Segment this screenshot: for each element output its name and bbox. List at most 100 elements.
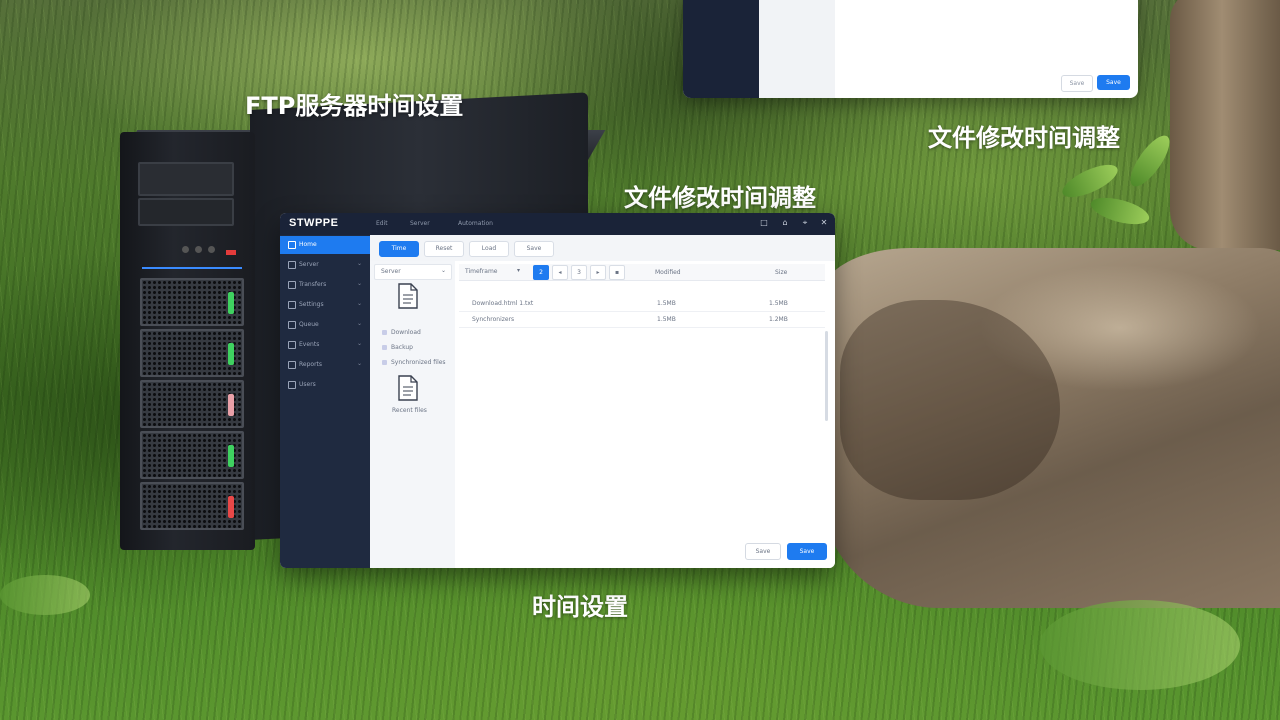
tree-item-backup[interactable]: Backup <box>382 344 413 351</box>
menu-item-edit[interactable]: Edit <box>376 220 388 227</box>
sidebar-item-transfers[interactable]: Transfers ⌄ <box>280 276 370 294</box>
page-button[interactable]: 3 <box>571 265 587 280</box>
server-icon <box>288 261 296 269</box>
chevron-down-icon: ⌄ <box>440 267 446 274</box>
sidebar-item-events[interactable]: Events ⌄ <box>280 336 370 354</box>
save-button[interactable]: Save <box>787 543 827 560</box>
chevron-down-icon: ⌄ <box>356 260 362 267</box>
chevron-down-icon: ⌄ <box>356 360 362 367</box>
folder-icon <box>382 360 387 365</box>
page-button[interactable]: 2 <box>533 265 549 280</box>
caption-server-title: FTP服务器时间设置 <box>245 92 464 120</box>
background-save-button[interactable]: Save <box>1097 75 1130 90</box>
filter-bar: Timeframe ▾ 2 ◂ 3 ▸ ▪ Modified Size <box>459 264 825 281</box>
chevron-down-icon: ⌄ <box>356 320 362 327</box>
tree-header-label: Server <box>381 268 401 275</box>
home-icon[interactable]: ⌂ <box>779 218 791 227</box>
menu-item-automation[interactable]: Automation <box>458 220 493 227</box>
drive-led <box>228 496 234 518</box>
background-window-sidebar <box>683 0 759 98</box>
table-row[interactable]: Download.html 1.txt 1.5MB 1.5MB <box>459 296 825 312</box>
file-size: 1.2MB <box>769 316 788 323</box>
sidebar-item-label: Events <box>299 341 320 348</box>
sidebar-item-server[interactable]: Server ⌄ <box>280 256 370 274</box>
document-icon[interactable] <box>398 283 418 309</box>
server-front-panel <box>120 132 255 550</box>
folder-icon <box>382 330 387 335</box>
document-icon[interactable] <box>398 375 418 401</box>
drive-bay <box>140 329 244 377</box>
last-page-icon[interactable]: ▪ <box>609 265 625 280</box>
sidebar-item-queue[interactable]: Queue ⌄ <box>280 316 370 334</box>
tab-save[interactable]: Save <box>514 241 554 257</box>
sidebar-item-label: Settings <box>299 301 324 308</box>
drive-led <box>228 394 234 416</box>
transfer-icon <box>288 281 296 289</box>
power-button <box>182 246 189 253</box>
drive-bay <box>140 278 244 326</box>
tab-time[interactable]: Time <box>379 241 419 257</box>
tree-item-label: Download <box>391 329 421 336</box>
menu-item-server[interactable]: Server <box>410 220 430 227</box>
accent-strip <box>142 267 242 269</box>
status-led <box>226 250 236 255</box>
sidebar-item-users[interactable]: Users <box>280 376 370 394</box>
drive-led <box>228 343 234 365</box>
tree-item-download[interactable]: Download <box>382 329 421 336</box>
sidebar-item-settings[interactable]: Settings ⌄ <box>280 296 370 314</box>
plant-foreground <box>1040 600 1240 690</box>
user-icon <box>288 381 296 389</box>
caption-bottom-title: 时间设置 <box>532 593 628 621</box>
sidebar-item-label: Home <box>299 241 317 248</box>
file-list: Timeframe ▾ 2 ◂ 3 ▸ ▪ Modified Size Down… <box>455 261 835 568</box>
column-header-size[interactable]: Size <box>775 269 787 276</box>
ftp-time-settings-window: STWPPE Edit Server Automation □ ⌂ ⌖ ✕ Ho… <box>280 213 835 568</box>
chevron-down-icon: ⌄ <box>356 340 362 347</box>
sidebar-item-label: Reports <box>299 361 323 368</box>
chevron-down-icon: ⌄ <box>356 280 362 287</box>
tree-item-label: Synchronized files <box>391 359 446 366</box>
tab-reset[interactable]: Reset <box>424 241 464 257</box>
table-row[interactable]: Synchronizers 1.5MB 1.2MB <box>459 312 825 328</box>
usb-port-icon <box>208 246 215 253</box>
plant-foreground <box>0 575 90 615</box>
sidebar-item-label: Queue <box>299 321 319 328</box>
tree-trunk <box>1170 0 1280 250</box>
settings-icon[interactable]: ⌖ <box>799 218 811 228</box>
timeframe-select[interactable]: Timeframe <box>465 268 497 275</box>
drive-bay <box>140 431 244 479</box>
file-size: 1.5MB <box>769 300 788 307</box>
close-icon[interactable]: ✕ <box>818 218 830 227</box>
tree-item-synchronized[interactable]: Synchronized files <box>382 359 446 366</box>
scrollbar[interactable] <box>825 331 828 421</box>
prev-page-icon[interactable]: ◂ <box>552 265 568 280</box>
column-header-modified[interactable]: Modified <box>655 269 681 276</box>
chevron-down-icon: ⌄ <box>356 300 362 307</box>
app-logo: STWPPE <box>289 217 339 229</box>
file-modified: 1.5MB <box>657 300 676 307</box>
tree-item-label: Backup <box>391 344 413 351</box>
sidebar-item-label: Server <box>299 261 319 268</box>
background-window-column <box>759 0 835 98</box>
tab-load[interactable]: Load <box>469 241 509 257</box>
file-name: Synchronizers <box>472 316 515 323</box>
next-page-icon[interactable]: ▸ <box>590 265 606 280</box>
optical-bay <box>138 162 234 196</box>
tree-header-select[interactable]: Server ⌄ <box>374 264 452 280</box>
cancel-button[interactable]: Save <box>745 543 781 560</box>
minimize-icon[interactable]: □ <box>758 218 770 227</box>
reset-button <box>195 246 202 253</box>
background-window: Save Save <box>683 0 1138 98</box>
caption-window-title: 文件修改时间调整 <box>624 184 816 212</box>
home-icon <box>288 241 296 249</box>
background-cancel-button[interactable]: Save <box>1061 75 1093 92</box>
sidebar-item-home[interactable]: Home <box>280 236 370 254</box>
caption-back-panel-title: 文件修改时间调整 <box>928 124 1120 152</box>
sidebar-item-label: Transfers <box>299 281 327 288</box>
sidebar-item-reports[interactable]: Reports ⌄ <box>280 356 370 374</box>
tree-item-recent[interactable]: Recent files <box>392 407 427 414</box>
drive-bay <box>140 482 244 530</box>
folder-tree: Server ⌄ Download Backup Synchronized fi… <box>370 261 456 568</box>
title-bar: STWPPE Edit Server Automation □ ⌂ ⌖ ✕ <box>280 213 835 235</box>
sidebar-item-label: Users <box>299 381 316 388</box>
